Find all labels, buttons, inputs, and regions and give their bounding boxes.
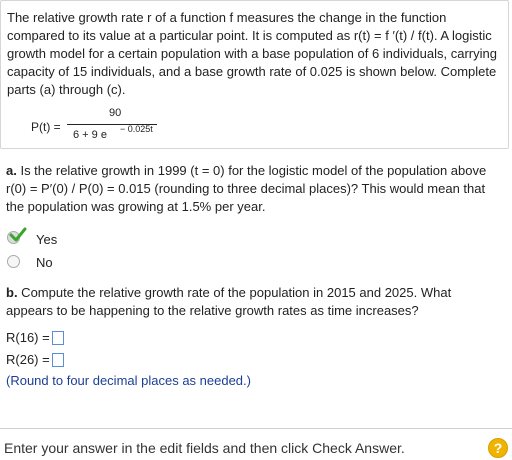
problem-intro-text: The relative growth rate r of a function…: [7, 10, 497, 97]
part-a-text: Is the relative growth in 1999 (t = 0) f…: [6, 163, 487, 214]
no-radio[interactable]: [7, 255, 20, 268]
checkmark-icon: [9, 227, 27, 242]
help-icon[interactable]: ?: [488, 438, 508, 458]
r16-label: R(16) =: [6, 330, 50, 345]
yes-option-label[interactable]: Yes: [36, 232, 57, 247]
formula-denominator: 6 + 9 e: [73, 129, 107, 141]
r26-row: R(26) =: [6, 352, 64, 367]
no-option-label[interactable]: No: [36, 255, 53, 270]
part-b-label: b.: [6, 285, 18, 300]
logistic-formula: P(t) = 90 6 + 9 e − 0.025t: [9, 107, 189, 141]
footer-instruction: Enter your answer in the edit fields and…: [4, 440, 405, 456]
formula-exponent: − 0.025t: [120, 124, 153, 134]
problem-intro-box: The relative growth rate r of a function…: [0, 0, 509, 149]
r26-input[interactable]: [51, 352, 64, 367]
formula-numerator: 90: [109, 107, 122, 119]
part-a-question: a. Is the relative growth in 1999 (t = 0…: [6, 162, 500, 216]
rounding-hint: (Round to four decimal places as needed.…: [6, 373, 251, 388]
footer-divider: [0, 428, 512, 429]
r26-label: R(26) =: [6, 352, 50, 367]
r16-input[interactable]: [51, 330, 64, 345]
part-b-question: b. Compute the relative growth rate of t…: [6, 284, 500, 320]
part-a-label: a.: [6, 163, 17, 178]
part-b-text: Compute the relative growth rate of the …: [6, 285, 452, 318]
r16-row: R(16) =: [6, 330, 64, 345]
formula-lhs: P(t) =: [31, 120, 61, 134]
